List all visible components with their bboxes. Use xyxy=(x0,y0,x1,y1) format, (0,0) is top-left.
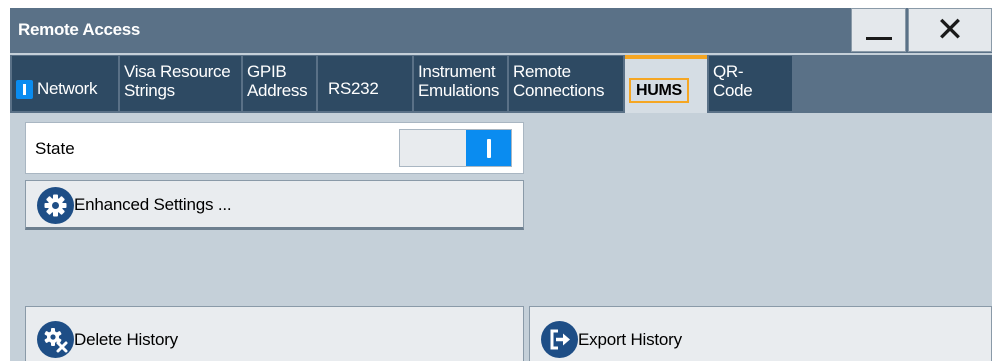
minimize-button[interactable] xyxy=(851,8,906,52)
tab-label: Network xyxy=(37,79,98,98)
tab-bar: Network Visa Resource Strings GPIB Addre… xyxy=(10,55,992,113)
tab-label: RS232 xyxy=(328,79,379,98)
tab-label-line2: Address xyxy=(247,81,308,100)
network-state-indicator-icon xyxy=(16,80,33,100)
enhanced-settings-label: Enhanced Settings ... xyxy=(74,195,232,214)
tab-label-line2: Emulations xyxy=(418,81,500,100)
active-tab-highlight xyxy=(625,55,707,59)
tab-rs232[interactable]: RS232 xyxy=(318,56,412,111)
tab-label: Visa Resource xyxy=(124,62,231,81)
tab-label-line2: Code xyxy=(713,81,753,100)
minimize-icon xyxy=(866,37,892,40)
close-icon: ✕ xyxy=(935,10,965,50)
close-button[interactable]: ✕ xyxy=(908,8,992,52)
tab-label: HUMS xyxy=(629,78,689,103)
remote-access-dialog: Remote Access ✕ Network Visa Resource St… xyxy=(10,8,992,361)
state-toggle[interactable] xyxy=(399,129,512,167)
tab-gpib-address[interactable]: GPIB Address xyxy=(243,56,316,111)
delete-history-label: Delete History xyxy=(74,330,178,349)
tab-label: GPIB xyxy=(247,62,287,81)
gear-icon xyxy=(37,187,74,224)
export-history-label: Export History xyxy=(578,330,682,349)
state-row: State xyxy=(25,122,524,174)
export-history-button[interactable]: Export History xyxy=(529,306,992,361)
state-label: State xyxy=(35,139,75,158)
tab-visa-resource-strings[interactable]: Visa Resource Strings xyxy=(120,56,241,111)
tab-label: Remote xyxy=(513,62,571,81)
enhanced-settings-button[interactable]: Enhanced Settings ... xyxy=(25,180,524,230)
tab-network-content: Network xyxy=(16,79,98,100)
tab-label: Instrument xyxy=(418,62,496,81)
toggle-on-indicator xyxy=(466,130,511,166)
export-icon xyxy=(541,321,578,358)
title-bar: Remote Access ✕ xyxy=(10,8,992,53)
tab-label-line2: Strings xyxy=(124,81,175,100)
tab-label-line2: Connections xyxy=(513,81,605,100)
tab-instrument-emulations[interactable]: Instrument Emulations xyxy=(414,56,507,111)
window-title: Remote Access xyxy=(18,20,141,39)
tab-remote-connections[interactable]: Remote Connections xyxy=(509,56,623,111)
tab-qr-code[interactable]: QR- Code xyxy=(709,56,792,111)
delete-history-icon xyxy=(37,321,74,358)
tab-network[interactable]: Network xyxy=(12,56,118,111)
tab-hums[interactable]: HUMS xyxy=(625,55,707,113)
tab-label: QR- xyxy=(713,62,744,81)
delete-history-button[interactable]: Delete History xyxy=(25,306,524,361)
